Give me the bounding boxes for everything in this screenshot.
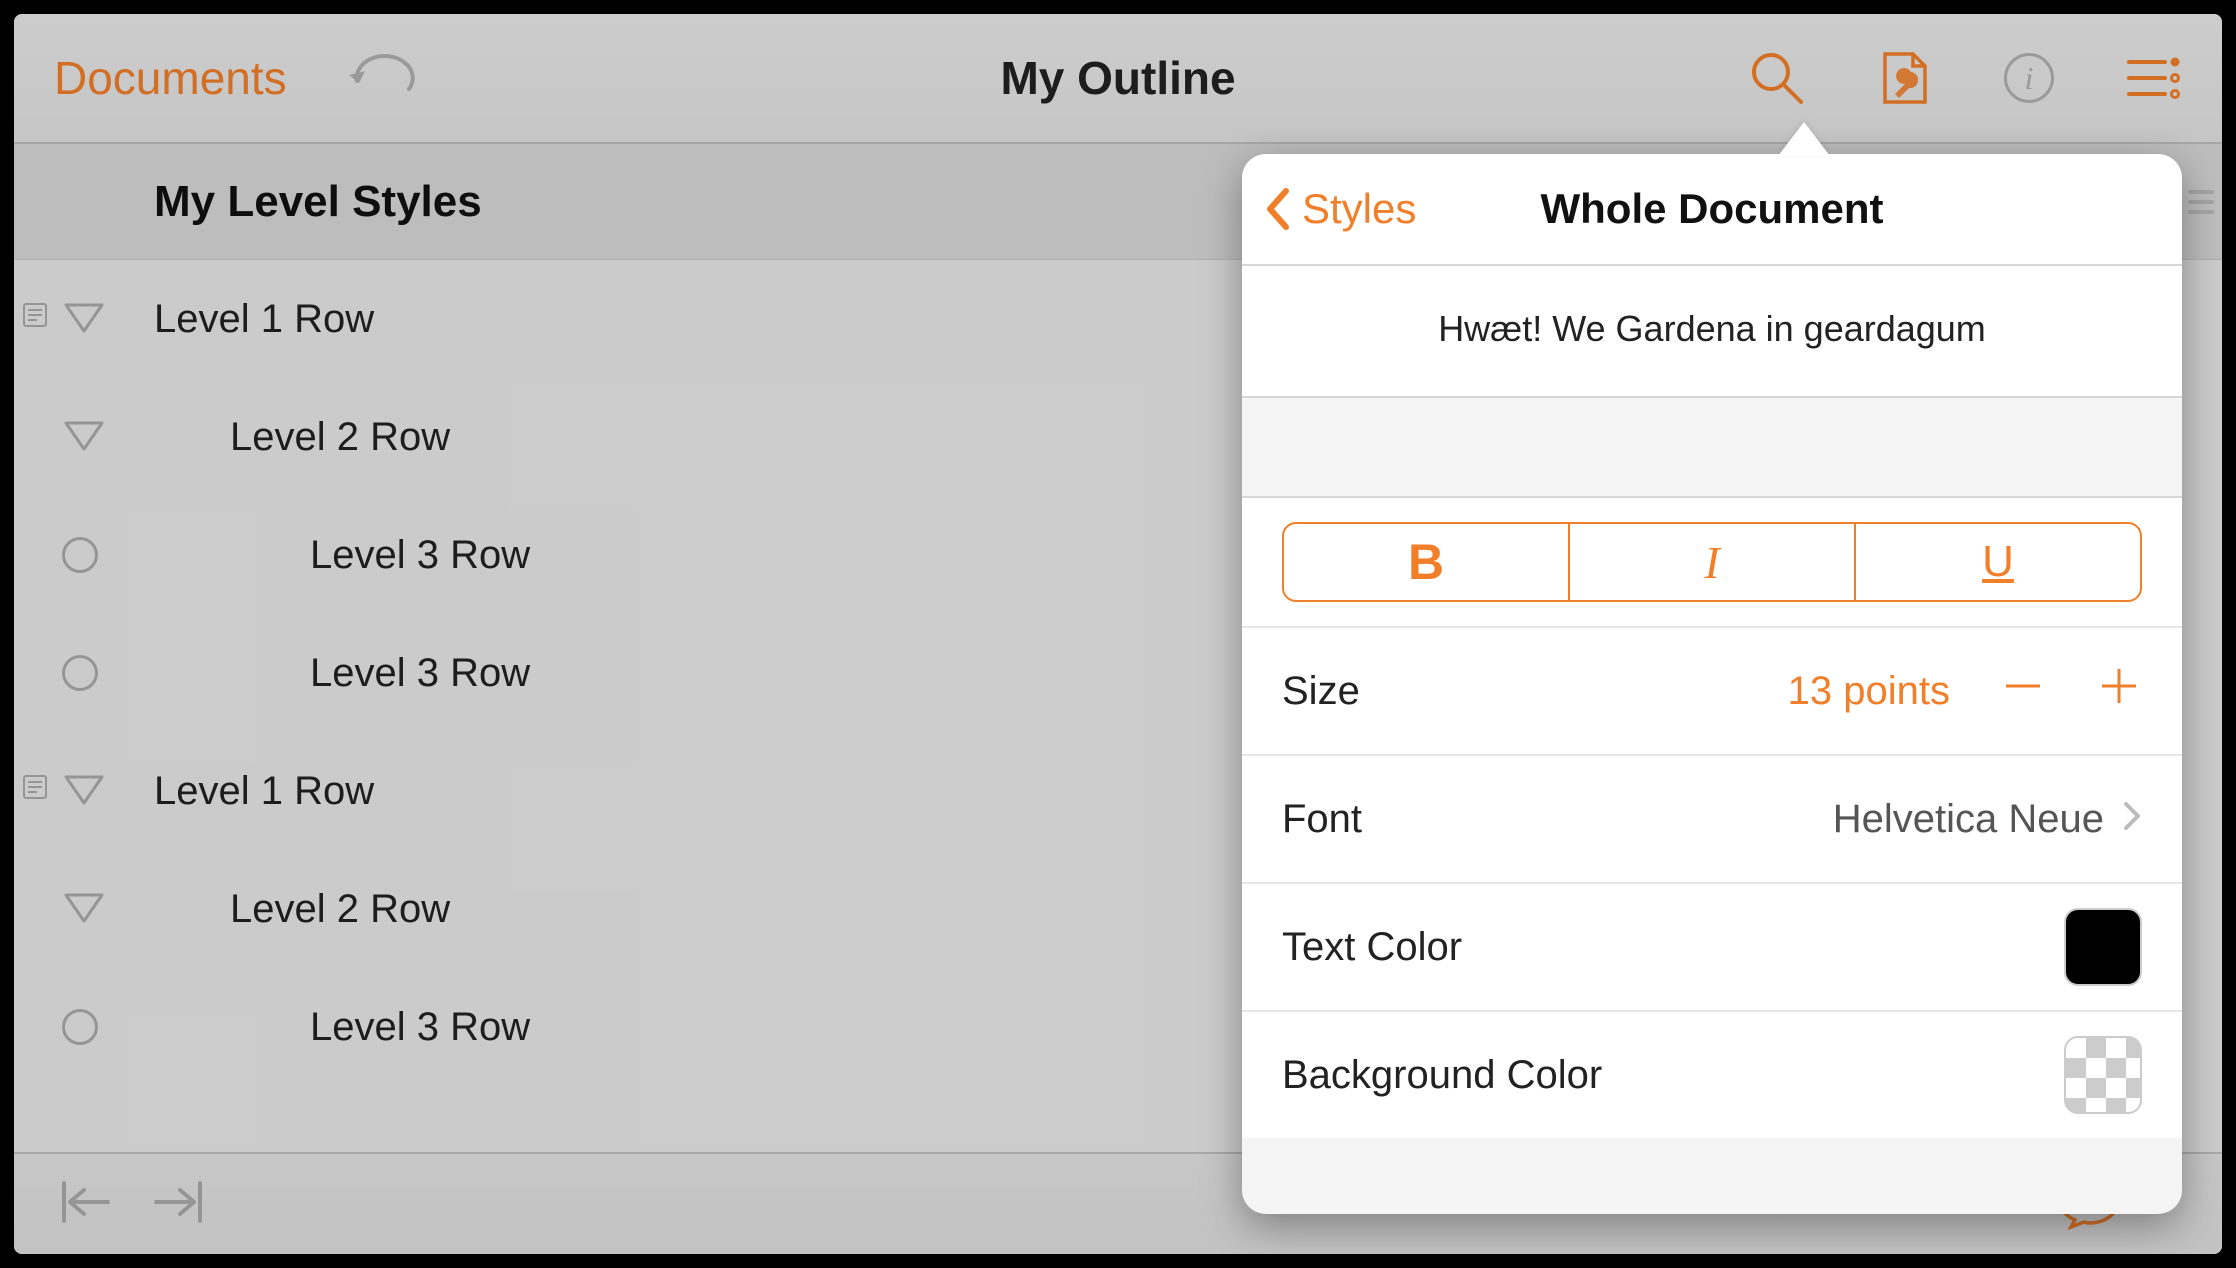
popover-arrow-icon xyxy=(1778,122,1830,156)
text-style-segmented-control: B I U xyxy=(1282,522,2142,602)
text-color-swatch[interactable] xyxy=(2064,908,2142,986)
back-label: Styles xyxy=(1302,185,1416,233)
font-value: Helvetica Neue xyxy=(1833,797,2104,842)
background-color-swatch[interactable] xyxy=(2064,1036,2142,1114)
styles-popover: Styles Whole Document Hwæt! We Gardena i… xyxy=(1242,154,2182,1214)
italic-button[interactable]: I xyxy=(1570,524,1856,600)
text-color-label: Text Color xyxy=(1282,925,1462,970)
font-size-row: Size 13 points xyxy=(1242,626,2182,754)
minus-icon xyxy=(2000,663,2046,709)
size-value: 13 points xyxy=(1788,669,1950,714)
size-increase-button[interactable] xyxy=(2096,663,2142,719)
size-label: Size xyxy=(1282,669,1360,714)
chevron-right-icon xyxy=(2122,797,2142,842)
text-style-section: B I U Size 13 points Font xyxy=(1242,496,2182,1138)
popover-header: Styles Whole Document xyxy=(1242,154,2182,266)
background-color-label: Background Color xyxy=(1282,1053,1602,1098)
size-decrease-button[interactable] xyxy=(2000,663,2046,719)
bold-button[interactable]: B xyxy=(1284,524,1570,600)
text-color-row[interactable]: Text Color xyxy=(1242,882,2182,1010)
style-preview: Hwæt! We Gardena in geardagum xyxy=(1242,266,2182,398)
background-color-row[interactable]: Background Color xyxy=(1242,1010,2182,1138)
font-row[interactable]: Font Helvetica Neue xyxy=(1242,754,2182,882)
font-label: Font xyxy=(1282,797,1362,842)
plus-icon xyxy=(2096,663,2142,709)
back-button[interactable]: Styles xyxy=(1264,185,1416,233)
popover-title: Whole Document xyxy=(1541,185,1884,233)
chevron-left-icon xyxy=(1264,187,1292,231)
underline-button[interactable]: U xyxy=(1856,524,2140,600)
